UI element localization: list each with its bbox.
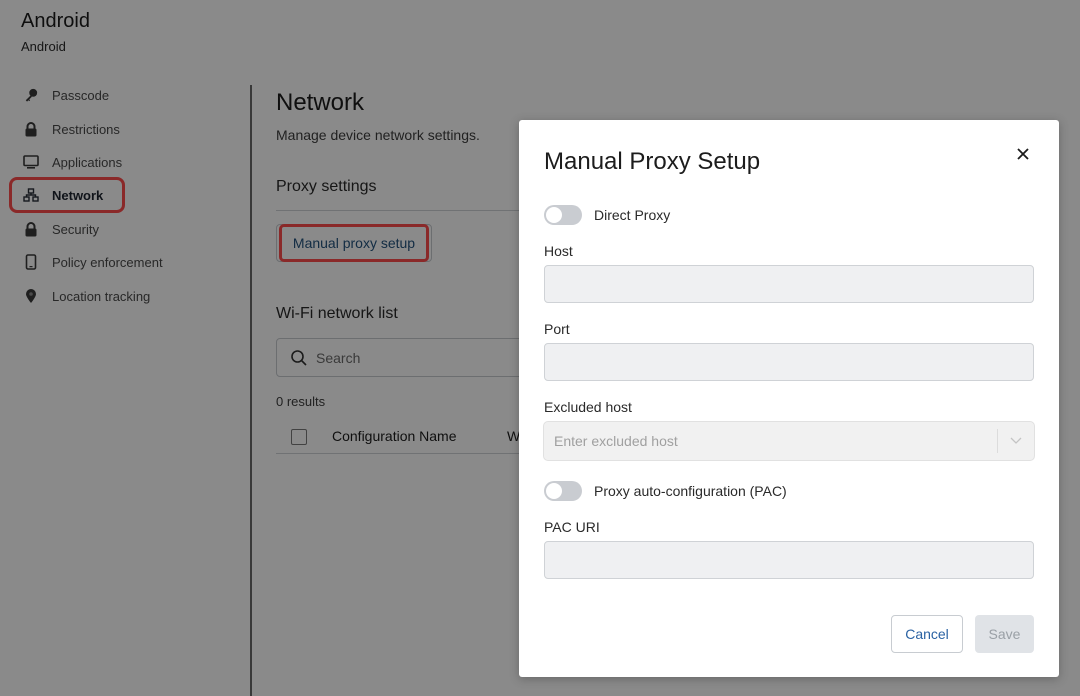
close-icon	[1017, 147, 1029, 165]
dialog-title: Manual Proxy Setup	[544, 148, 761, 175]
pac-label: Proxy auto-configuration (PAC)	[594, 483, 787, 499]
direct-proxy-toggle[interactable]	[544, 205, 582, 225]
pac-uri-input[interactable]	[544, 541, 1034, 579]
port-label: Port	[544, 321, 570, 337]
direct-proxy-label: Direct Proxy	[594, 207, 671, 223]
cancel-button[interactable]: Cancel	[891, 615, 963, 653]
save-button[interactable]: Save	[975, 615, 1034, 653]
direct-proxy-row: Direct Proxy	[544, 205, 670, 225]
close-button[interactable]	[1013, 146, 1033, 166]
host-label: Host	[544, 243, 573, 259]
chevron-down-icon[interactable]	[998, 437, 1034, 445]
excluded-host-placeholder: Enter excluded host	[554, 433, 678, 449]
pac-row: Proxy auto-configuration (PAC)	[544, 481, 787, 501]
excluded-host-select[interactable]: Enter excluded host	[543, 421, 1035, 461]
port-input[interactable]	[544, 343, 1034, 381]
excluded-host-label: Excluded host	[544, 399, 632, 415]
pac-toggle[interactable]	[544, 481, 582, 501]
pac-uri-label: PAC URI	[544, 519, 600, 535]
host-input[interactable]	[544, 265, 1034, 303]
manual-proxy-dialog: Manual Proxy Setup Direct Proxy Host Por…	[519, 120, 1059, 677]
